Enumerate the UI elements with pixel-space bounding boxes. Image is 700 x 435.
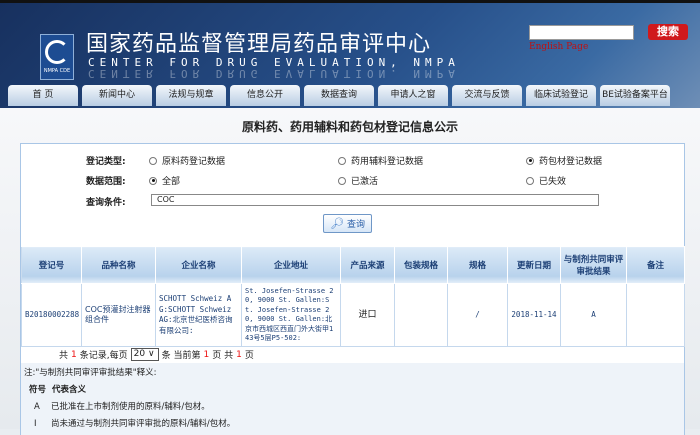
radio-label: 已失效 bbox=[539, 177, 567, 187]
nav-clinical-trial[interactable]: 临床试验登记 bbox=[526, 85, 596, 106]
site-title-reflection: CENTER FOR DRUG EVALUATION, NMPA bbox=[88, 70, 460, 80]
col-reg-no: 登记号 bbox=[21, 246, 82, 284]
nav-info-disclosure[interactable]: 信息公开 bbox=[230, 85, 300, 106]
note-meaning: 尚未通过与制剂共同审评审批的原料/辅料/包材。 bbox=[51, 419, 236, 429]
site-title-cn: 国家药品监督管理局药品审评中心 bbox=[86, 32, 432, 57]
query-label: 查询条件: bbox=[86, 198, 126, 208]
pagination: 共 1 条记录,每页 20 ∨ 条 当前第 1 页 共1页 bbox=[59, 348, 254, 361]
total-records: 1 bbox=[71, 349, 77, 360]
cde-logo[interactable]: NMPA CDE bbox=[40, 34, 74, 80]
pagination-text: 页 共 bbox=[212, 351, 234, 361]
notes-col-meaning: 代表含义 bbox=[51, 385, 86, 395]
cell-address: St. Josefen-Strasse 20, 9000 St. Gallen:… bbox=[241, 283, 341, 347]
notes-col-symbol: 符号 bbox=[29, 385, 47, 395]
pagination-text: 条记录,每页 bbox=[79, 351, 128, 361]
radio-range-all[interactable]: 全部 bbox=[149, 174, 180, 187]
cell-updated: 2018-11-14 bbox=[507, 283, 561, 347]
page-title: 原料药、药用辅料和药包材登记信息公示 bbox=[241, 120, 458, 134]
col-package: 包装规格 bbox=[394, 246, 448, 284]
current-page: 1 bbox=[203, 349, 210, 360]
english-page-link[interactable]: English Page bbox=[529, 42, 588, 52]
pagination-text: 页 bbox=[244, 351, 254, 361]
radio-label: 全部 bbox=[162, 177, 181, 187]
nav-regulations[interactable]: 法规与规章 bbox=[156, 85, 226, 106]
radio-type-packaging[interactable]: 药包材登记数据 bbox=[526, 154, 602, 167]
note-symbol: I bbox=[34, 419, 37, 429]
nav-applicant[interactable]: 申请人之窗 bbox=[378, 85, 448, 106]
notes-title: 注:"与制剂共同审评审批结果"释义: bbox=[24, 368, 157, 378]
nav-feedback[interactable]: 交流与反馈 bbox=[452, 85, 522, 106]
radio-label: 已激活 bbox=[351, 177, 379, 187]
range-label: 数据范围: bbox=[86, 177, 126, 187]
col-product-name: 品种名称 bbox=[81, 246, 156, 284]
nav-be-trial[interactable]: BE试验备案平台 bbox=[600, 85, 670, 106]
table-row: B20180002288 COC预灌封注射器组合件 SCHOTT Schweiz… bbox=[21, 283, 685, 347]
radio-label: 原料药登记数据 bbox=[162, 157, 226, 167]
main-nav: 首 页 新闻中心 法规与规章 信息公开 数据查询 申请人之窗 交流与反馈 临床试… bbox=[8, 85, 670, 106]
cell-product-name: COC预灌封注射器组合件 bbox=[81, 283, 156, 347]
query-panel: 登记类型: 原料药登记数据 药用辅料登记数据 药包材登记数据 数据范围: 全部 … bbox=[20, 143, 685, 435]
radio-type-api[interactable]: 原料药登记数据 bbox=[149, 154, 225, 167]
page-size-select[interactable]: 20 ∨ bbox=[130, 348, 159, 361]
col-remark: 备注 bbox=[626, 246, 685, 284]
cell-company: SCHOTT Schweiz AG:SCHOTT Schweiz AG:北京世纪… bbox=[155, 283, 242, 347]
note-meaning: 已批准在上市制剂使用的原料/辅料/包材。 bbox=[51, 402, 210, 412]
site-title-en: CENTER FOR DRUG EVALUATION, NMPA bbox=[88, 56, 460, 69]
cell-package bbox=[394, 283, 448, 347]
chevron-down-icon: ∨ bbox=[147, 349, 155, 359]
results-table: 登记号 品种名称 企业名称 企业地址 产品来源 包装规格 规格 更新日期 与制剂… bbox=[21, 246, 685, 347]
col-spec: 规格 bbox=[447, 246, 508, 284]
query-button-label: 查询 bbox=[346, 220, 365, 230]
col-company: 企业名称 bbox=[155, 246, 242, 284]
nav-news[interactable]: 新闻中心 bbox=[82, 85, 152, 106]
total-pages: 1 bbox=[236, 349, 242, 360]
radio-range-active[interactable]: 已激活 bbox=[338, 174, 378, 187]
table-header-row: 登记号 品种名称 企业名称 企业地址 产品来源 包装规格 规格 更新日期 与制剂… bbox=[21, 246, 685, 284]
main-content: 原料药、药用辅料和药包材登记信息公示 登记类型: 原料药登记数据 药用辅料登记数… bbox=[0, 108, 700, 435]
pagination-text: 条 当前第 bbox=[161, 351, 201, 361]
cell-review-result: A bbox=[560, 283, 627, 347]
cell-spec: / bbox=[447, 283, 508, 347]
site-search-input[interactable] bbox=[529, 25, 634, 40]
page-size-value: 20 bbox=[133, 349, 146, 359]
site-header: NMPA CDE 国家药品监督管理局药品审评中心 CENTER FOR DRUG… bbox=[0, 0, 700, 110]
radio-type-excipient[interactable]: 药用辅料登记数据 bbox=[338, 154, 423, 167]
nav-home[interactable]: 首 页 bbox=[8, 85, 78, 106]
radio-label: 药包材登记数据 bbox=[539, 157, 603, 167]
radio-range-expired[interactable]: 已失效 bbox=[526, 174, 566, 187]
notes-section: 注:"与制剂共同审评审批结果"释义: 符号 代表含义 A 已批准在上市制剂使用的原… bbox=[21, 363, 684, 435]
radio-label: 药用辅料登记数据 bbox=[351, 157, 424, 167]
cell-source: 进口 bbox=[340, 283, 395, 347]
col-review-result: 与制剂共同审评审批结果 bbox=[560, 246, 627, 284]
query-button[interactable]: 🔎︎ 查询 bbox=[323, 214, 372, 233]
logo-mark-icon bbox=[45, 40, 69, 64]
query-input[interactable]: COC bbox=[151, 194, 599, 206]
note-symbol: A bbox=[34, 402, 40, 412]
site-search-button[interactable]: 搜索 bbox=[648, 24, 688, 40]
cell-remark bbox=[626, 283, 685, 347]
nav-data-query[interactable]: 数据查询 bbox=[304, 85, 374, 106]
pagination-text: 共 bbox=[59, 351, 69, 361]
col-source: 产品来源 bbox=[340, 246, 395, 284]
logo-text: NMPA CDE bbox=[43, 68, 71, 74]
col-address: 企业地址 bbox=[241, 246, 341, 284]
magnifier-icon: 🔎︎ bbox=[330, 217, 344, 230]
cell-reg-no[interactable]: B20180002288 bbox=[21, 283, 82, 347]
type-label: 登记类型: bbox=[86, 157, 126, 167]
col-updated: 更新日期 bbox=[507, 246, 561, 284]
